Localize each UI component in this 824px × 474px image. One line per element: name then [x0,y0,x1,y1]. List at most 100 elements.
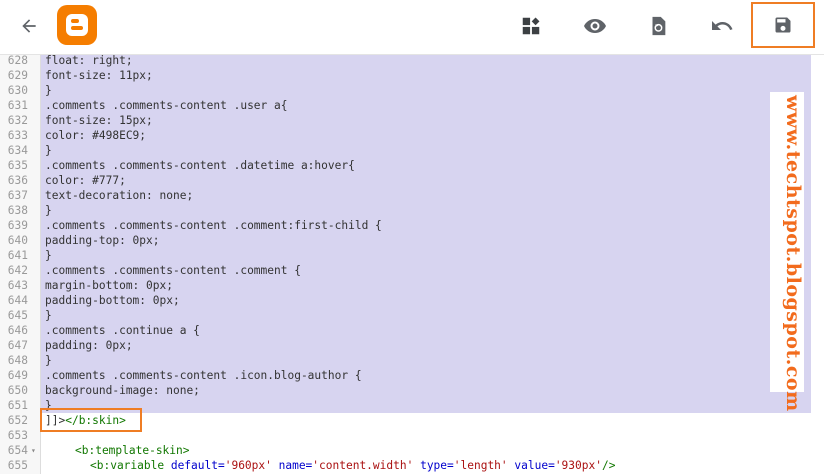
line-number: 630 [7,84,28,97]
code-line[interactable]: 655 <b:variable default='960px' name='con… [0,458,824,473]
line-number: 631 [7,99,28,112]
code-line[interactable]: 634} [0,143,824,158]
code-text: padding: 0px; [45,339,133,352]
code-line[interactable]: 628 float: right; [0,55,824,68]
code-text: font-size: 11px; [45,69,153,82]
selection-highlight [41,203,811,218]
code-text: margin-bottom: 0px; [45,279,173,292]
code-text: .comments .comments-content .user a{ [45,99,288,112]
editor-toolbar [0,0,824,55]
revert-file-icon [652,16,666,36]
selection-highlight [41,55,811,68]
selection-highlight [41,338,811,353]
selection-highlight [41,113,811,128]
code-text: .comments .comments-content .datetime a:… [45,159,355,172]
line-number: 655 [7,459,28,472]
arrow-left-icon [22,19,36,33]
selection-highlight [41,128,811,143]
code-line[interactable]: 633 color: #498EC9; [0,128,824,143]
line-number: 650 [7,384,28,397]
code-text: float: right; [45,55,133,67]
code-line[interactable]: 648} [0,353,824,368]
code-text: font-size: 15px; [45,114,153,127]
code-line[interactable]: 645} [0,308,824,323]
selection-highlight [41,68,811,83]
line-number: 653 [7,429,28,442]
line-number: 646 [7,324,28,337]
selection-highlight [41,353,811,368]
line-number: 641 [7,249,28,262]
line-number: 648 [7,354,28,367]
code-text: padding-top: 0px; [45,234,160,247]
code-line[interactable]: 639 .comments .comments-content .comment:… [0,218,824,233]
code-line[interactable]: 642 .comments .comments-content .comment … [0,263,824,278]
selection-highlight [41,248,811,263]
undo-button[interactable] [704,8,740,44]
line-number: 629 [7,69,28,82]
line-number: 643 [7,279,28,292]
code-line[interactable]: 632 font-size: 15px; [0,113,824,128]
code-text: color: #777; [45,174,126,187]
watermark-text: www.techtspot.blogspot.com [782,95,804,412]
line-number: 654 [7,444,28,457]
undo-icon [712,21,733,30]
save-button[interactable] [751,2,815,48]
code-text: <b:template-skin> [75,444,190,457]
code-line[interactable]: 647 padding: 0px; [0,338,824,353]
line-number: 636 [7,174,28,187]
code-text: .comments .comments-content .icon.blog-a… [45,369,362,382]
line-number: 633 [7,129,28,142]
code-line[interactable]: 630} [0,83,824,98]
revert-button[interactable] [640,8,676,44]
code-line[interactable]: 637 text-decoration: none; [0,188,824,203]
code-line[interactable]: 646 .comments .continue a { [0,323,824,338]
line-number: 640 [7,234,28,247]
line-number: 652 [7,414,28,427]
code-line[interactable]: 644 padding-bottom: 0px; [0,293,824,308]
code-line[interactable]: 631 .comments .comments-content .user a{ [0,98,824,113]
code-text: background-image: none; [45,384,200,397]
code-text: .comments .comments-content .comment { [45,264,301,277]
line-number: 639 [7,219,28,232]
floppy-save-icon [775,17,791,33]
code-line[interactable]: 641} [0,248,824,263]
line-number: 634 [7,144,28,157]
selection-highlight [41,173,811,188]
blogger-logo-icon[interactable] [57,5,97,45]
code-line[interactable]: 638} [0,203,824,218]
layout-button[interactable] [513,8,549,44]
preview-button[interactable] [577,8,613,44]
code-text: <b:variable default='960px' name='conten… [90,459,616,472]
line-number: 637 [7,189,28,202]
code-text: padding-bottom: 0px; [45,294,180,307]
line-number: 638 [7,204,28,217]
selection-highlight [41,83,811,98]
code-text: color: #498EC9; [45,129,147,142]
code-text: } [45,354,52,367]
code-line[interactable]: 654 ▾ <b:template-skin> [0,443,824,458]
code-line[interactable]: 629 font-size: 11px; [0,68,824,83]
code-line[interactable]: 650 background-image: none; [0,383,824,398]
line-number: 635 [7,159,28,172]
code-line[interactable]: 635 .comments .comments-content .datetime… [0,158,824,173]
line-number: 628 [7,55,28,67]
code-text: .comments .continue a { [45,324,200,337]
code-text: } [45,144,52,157]
selection-highlight [41,308,811,323]
code-text: } [45,309,52,322]
line-number: 632 [7,114,28,127]
code-text: } [45,84,52,97]
code-text: text-decoration: none; [45,189,194,202]
line-number: 645 [7,309,28,322]
selection-highlight [41,398,811,413]
eye-icon [584,19,606,33]
code-line[interactable]: 649 .comments .comments-content .icon.blo… [0,368,824,383]
code-text: .comments .comments-content .comment:fir… [45,219,382,232]
code-line[interactable]: 640 padding-top: 0px; [0,233,824,248]
line-number: 647 [7,339,28,352]
code-line[interactable]: 643 margin-bottom: 0px; [0,278,824,293]
code-editor[interactable]: 628 float: right; 629 font-size: 11px; 630} 6… [0,55,824,474]
code-line[interactable]: 636 color: #777; [0,173,824,188]
fold-arrow-icon[interactable]: ▾ [31,443,36,458]
back-button[interactable] [11,8,47,44]
